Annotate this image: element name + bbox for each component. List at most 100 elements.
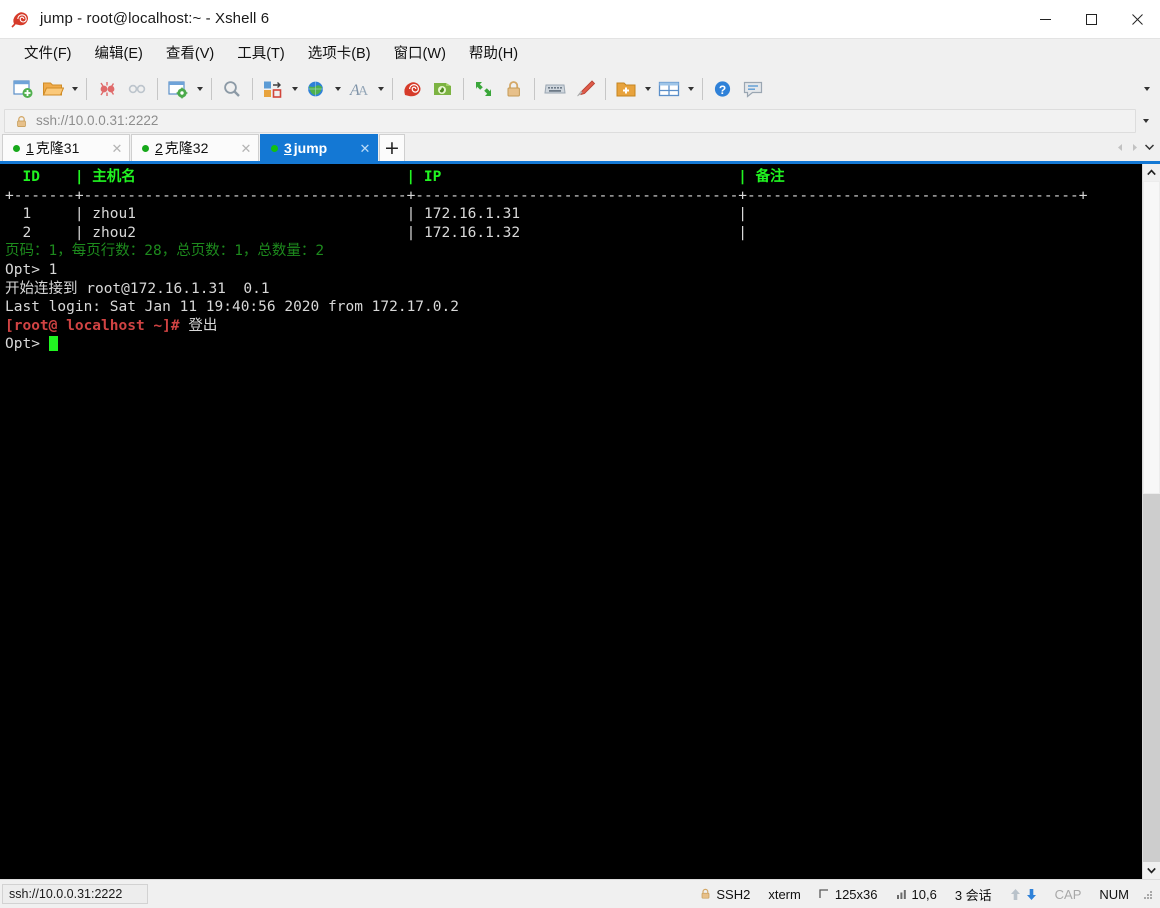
address-dropdown-caret[interactable] <box>1136 109 1156 133</box>
terminal-cursor <box>48 336 58 352</box>
tab-list-dropdown-button[interactable] <box>1142 134 1157 160</box>
terminal-table-row: 1 | zhou1 | 172.16.1.31 | <box>5 206 748 223</box>
font-icon[interactable]: A A <box>344 74 374 104</box>
new-tab-button[interactable]: + <box>379 134 405 161</box>
maximize-button[interactable] <box>1068 0 1114 38</box>
terminal-table-header: ID | 主机名 | IP | 备注 <box>5 169 785 185</box>
title-bar: jump - root@localhost:~ - Xshell 6 <box>0 0 1160 38</box>
tab-number: 1 <box>26 140 34 156</box>
menu-tabs[interactable]: 选项卡(B) <box>298 41 381 67</box>
screen-size-icon <box>819 888 830 900</box>
address-input[interactable]: ssh://10.0.0.31:2222 <box>4 109 1136 133</box>
menu-tools[interactable]: 工具(T) <box>227 41 295 67</box>
layout-dropdown-caret[interactable] <box>684 74 697 104</box>
find-icon[interactable] <box>217 74 247 104</box>
toolbar-separator <box>252 78 253 100</box>
address-bar: ssh://10.0.0.31:2222 <box>0 109 1160 133</box>
transfer-dropdown-caret[interactable] <box>288 74 301 104</box>
terminal-scrollbar[interactable] <box>1142 164 1160 879</box>
resize-grip-icon[interactable] <box>1140 887 1154 901</box>
status-cap-indicator: CAP <box>1054 886 1082 902</box>
transfer-file-icon[interactable] <box>258 74 288 104</box>
folder-add-icon[interactable] <box>611 74 641 104</box>
tab-scroll-right-button[interactable] <box>1127 134 1142 160</box>
xshell-snail-icon[interactable] <box>398 74 428 104</box>
minimize-button[interactable] <box>1022 0 1068 38</box>
status-transfer-indicators <box>1001 888 1046 901</box>
tab-status-dot <box>271 144 278 152</box>
disconnect-icon[interactable] <box>92 74 122 104</box>
scroll-down-arrow[interactable] <box>1143 862 1160 879</box>
tab-scroll-left-button[interactable] <box>1112 134 1127 160</box>
new-session-icon[interactable] <box>8 74 38 104</box>
status-connection: ssh://10.0.0.31:2222 <box>2 884 148 904</box>
terminal-logout-text: 登出 <box>179 317 218 334</box>
status-cursor-position: 10,6 <box>887 887 946 902</box>
tab-jump[interactable]: 3 jump ✕ <box>260 134 378 161</box>
globe-dropdown-caret[interactable] <box>331 74 344 104</box>
scrollbar-thumb[interactable] <box>1143 181 1160 495</box>
help-icon[interactable]: ? <box>708 74 738 104</box>
status-right-group: SSH2 xterm 125x36 10,6 3 会话 CAP NUM <box>691 885 1160 904</box>
properties-dropdown-caret[interactable] <box>193 74 206 104</box>
svg-text:?: ? <box>719 83 726 97</box>
close-button[interactable] <box>1114 0 1160 38</box>
tab-label: 克隆32 <box>164 140 209 156</box>
status-protocol: SSH2 <box>691 887 759 902</box>
tab-close-icon[interactable]: ✕ <box>109 140 125 156</box>
address-text: ssh://10.0.0.31:2222 <box>36 113 159 128</box>
lock-icon[interactable] <box>499 74 529 104</box>
session-properties-icon[interactable] <box>163 74 193 104</box>
terminal-table-separator: +-------+-------------------------------… <box>5 187 1088 204</box>
keyboard-icon[interactable] <box>540 74 570 104</box>
status-bar: ssh://10.0.0.31:2222 SSH2 xterm 125x36 1… <box>0 879 1160 908</box>
tab-number: 2 <box>155 140 163 156</box>
tab-label: 克隆31 <box>35 140 80 156</box>
cursor-position-icon <box>896 889 907 900</box>
scrollbar-track[interactable] <box>1143 181 1160 862</box>
status-sessions-text: 3 会话 <box>954 887 992 903</box>
fullscreen-icon[interactable] <box>469 74 499 104</box>
toolbar-separator <box>534 78 535 100</box>
menu-help[interactable]: 帮助(H) <box>459 41 528 67</box>
tab-label: jump <box>293 140 328 156</box>
scroll-up-arrow[interactable] <box>1143 164 1160 181</box>
toolbar-separator <box>392 78 393 100</box>
status-num-indicator: NUM <box>1099 886 1129 902</box>
toolbar-separator <box>702 78 703 100</box>
xftp-icon[interactable] <box>428 74 458 104</box>
menu-view[interactable]: 查看(V) <box>156 41 224 67</box>
tab-status-dot <box>142 144 149 152</box>
tab-克隆31[interactable]: 1 克隆31 ✕ <box>2 134 130 161</box>
open-folder-icon[interactable] <box>38 74 68 104</box>
tab-克隆32[interactable]: 2 克隆32 ✕ <box>131 134 259 161</box>
connect-link-icon[interactable] <box>122 74 152 104</box>
folder-dropdown-caret[interactable] <box>68 74 81 104</box>
tab-strip: 1 克隆31 ✕ 2 克隆32 ✕ 3 jump ✕ + <box>0 133 1160 161</box>
chat-icon[interactable] <box>738 74 768 104</box>
terminal-opt-prompt: Opt> <box>5 336 49 353</box>
tab-close-icon[interactable]: ✕ <box>357 140 373 156</box>
highlight-pen-icon[interactable] <box>570 74 600 104</box>
terminal-opt-input: Opt> 1 <box>5 261 58 278</box>
tab-close-icon[interactable]: ✕ <box>238 140 254 156</box>
toolbar: A A ? <box>0 69 1160 109</box>
globe-icon[interactable] <box>301 74 331 104</box>
lock-icon <box>700 888 711 900</box>
terminal-shell-prompt: [root@ localhost ~]# <box>5 317 180 334</box>
font-dropdown-caret[interactable] <box>374 74 387 104</box>
menu-file[interactable]: 文件(F) <box>14 41 82 67</box>
terminal-output: ID | 主机名 | IP | 备注 +-------+------------… <box>5 168 1142 354</box>
folder-add-dropdown-caret[interactable] <box>641 74 654 104</box>
menu-edit[interactable]: 编辑(E) <box>85 41 153 67</box>
status-cursor-position-text: 10,6 <box>911 886 937 902</box>
terminal-connect-message: 开始连接到 root@172.16.1.31 0.1 <box>5 280 270 297</box>
menu-bar: 文件(F) 编辑(E) 查看(V) 工具(T) 选项卡(B) 窗口(W) 帮助(… <box>0 38 1160 69</box>
window-title: jump - root@localhost:~ - Xshell 6 <box>40 10 270 27</box>
toolbar-overflow-caret[interactable] <box>1138 69 1156 109</box>
scrollbar-track-lower[interactable] <box>1143 494 1160 862</box>
layout-grid-icon[interactable] <box>654 74 684 104</box>
toolbar-separator <box>463 78 464 100</box>
menu-window[interactable]: 窗口(W) <box>384 41 456 67</box>
terminal-screen[interactable]: ID | 主机名 | IP | 备注 +-------+------------… <box>0 164 1142 879</box>
